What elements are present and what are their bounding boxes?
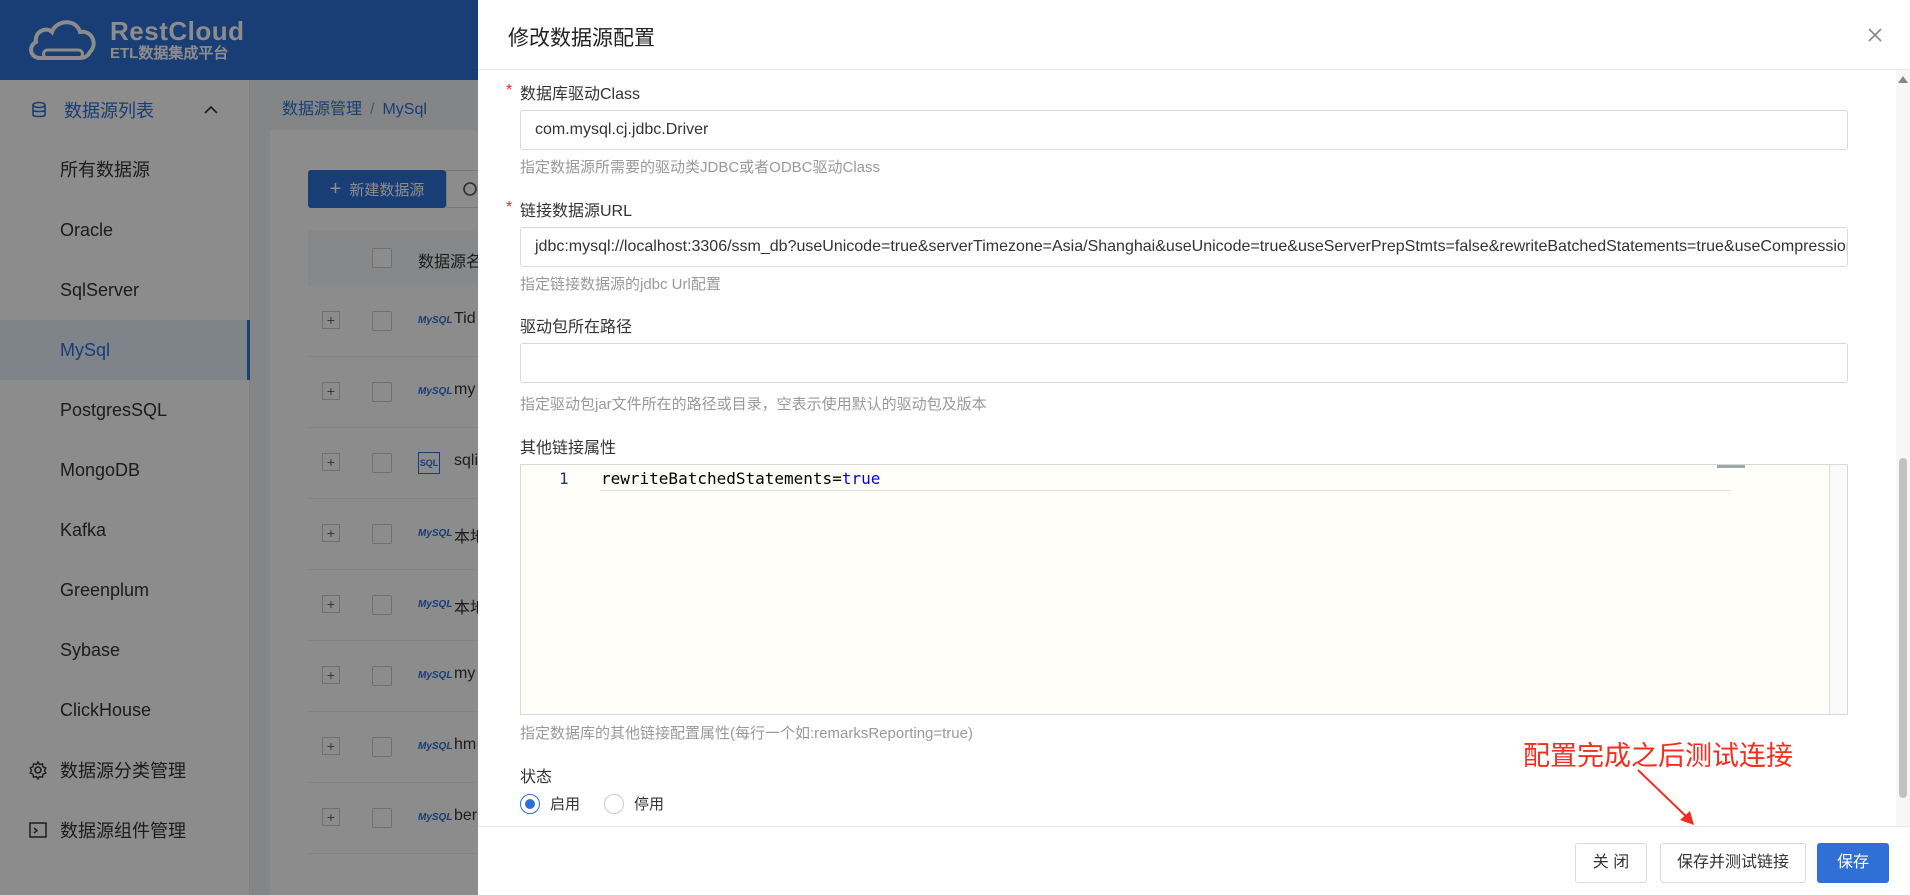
editor-scrollbar[interactable] [1829, 465, 1847, 714]
driver-class-hint: 指定数据源所需要的驱动类JDBC或者ODBC驱动Class [520, 159, 881, 176]
status-label: 状态 [520, 769, 553, 786]
drawer-title: 修改数据源配置 [508, 27, 655, 50]
url-label-text: 链接数据源URL [520, 203, 633, 220]
code-value: true [841, 469, 881, 488]
save-and-test-button[interactable]: 保存并测试链接 [1660, 843, 1806, 883]
close-icon[interactable] [1866, 26, 1884, 44]
required-mark: * [506, 82, 513, 99]
status-disabled-radio[interactable] [604, 793, 625, 814]
edit-datasource-drawer: 修改数据源配置 * 数据库驱动Class com.mysql.cj.jdbc.Dr… [478, 0, 1910, 895]
drawer-scrollbar[interactable] [1896, 70, 1910, 826]
props-code-editor[interactable]: 1 rewriteBatchedStatements=true [520, 464, 1848, 715]
status-enabled-radio[interactable] [520, 793, 540, 814]
editor-minimap[interactable] [1717, 465, 1745, 468]
driver-class-input[interactable]: com.mysql.cj.jdbc.Driver [520, 110, 1848, 150]
driver-path-textarea[interactable] [520, 343, 1848, 383]
props-label: 其他链接属性 [520, 440, 617, 457]
url-hint: 指定链接数据源的jdbc Url配置 [520, 276, 721, 293]
save-button[interactable]: 保存 [1817, 843, 1889, 883]
drawer-header: 修改数据源配置 [478, 0, 1910, 70]
driver-class-label: * 数据库驱动Class [506, 80, 641, 104]
driver-class-label-text: 数据库驱动Class [520, 86, 641, 103]
status-enabled-label[interactable]: 启用 [550, 793, 580, 814]
annotation-arrow-icon [1637, 769, 1694, 825]
scrollbar-thumb[interactable] [1899, 458, 1907, 798]
status-radio-group: 启用 停用 [520, 793, 688, 814]
code-line[interactable]: rewriteBatchedStatements=true [601, 469, 1731, 491]
drawer-footer: 关 闭 保存并测试链接 保存 [478, 826, 1910, 895]
required-mark: * [506, 199, 513, 216]
url-input[interactable]: jdbc:mysql://localhost:3306/ssm_db?useUn… [520, 227, 1848, 267]
driver-path-label: 驱动包所在路径 [520, 319, 633, 336]
status-disabled-label[interactable]: 停用 [634, 793, 664, 814]
scroll-up-icon[interactable] [1898, 76, 1908, 83]
url-label: * 链接数据源URL [506, 197, 633, 221]
close-button[interactable]: 关 闭 [1575, 843, 1647, 883]
code-key: rewriteBatchedStatements= [601, 469, 842, 488]
line-number: 1 [559, 469, 569, 488]
props-hint: 指定数据库的其他链接配置属性(每行一个如:remarksReporting=tr… [520, 725, 973, 742]
driver-path-hint: 指定驱动包jar文件所在的路径或目录，空表示使用默认的驱动包及版本 [520, 396, 987, 413]
